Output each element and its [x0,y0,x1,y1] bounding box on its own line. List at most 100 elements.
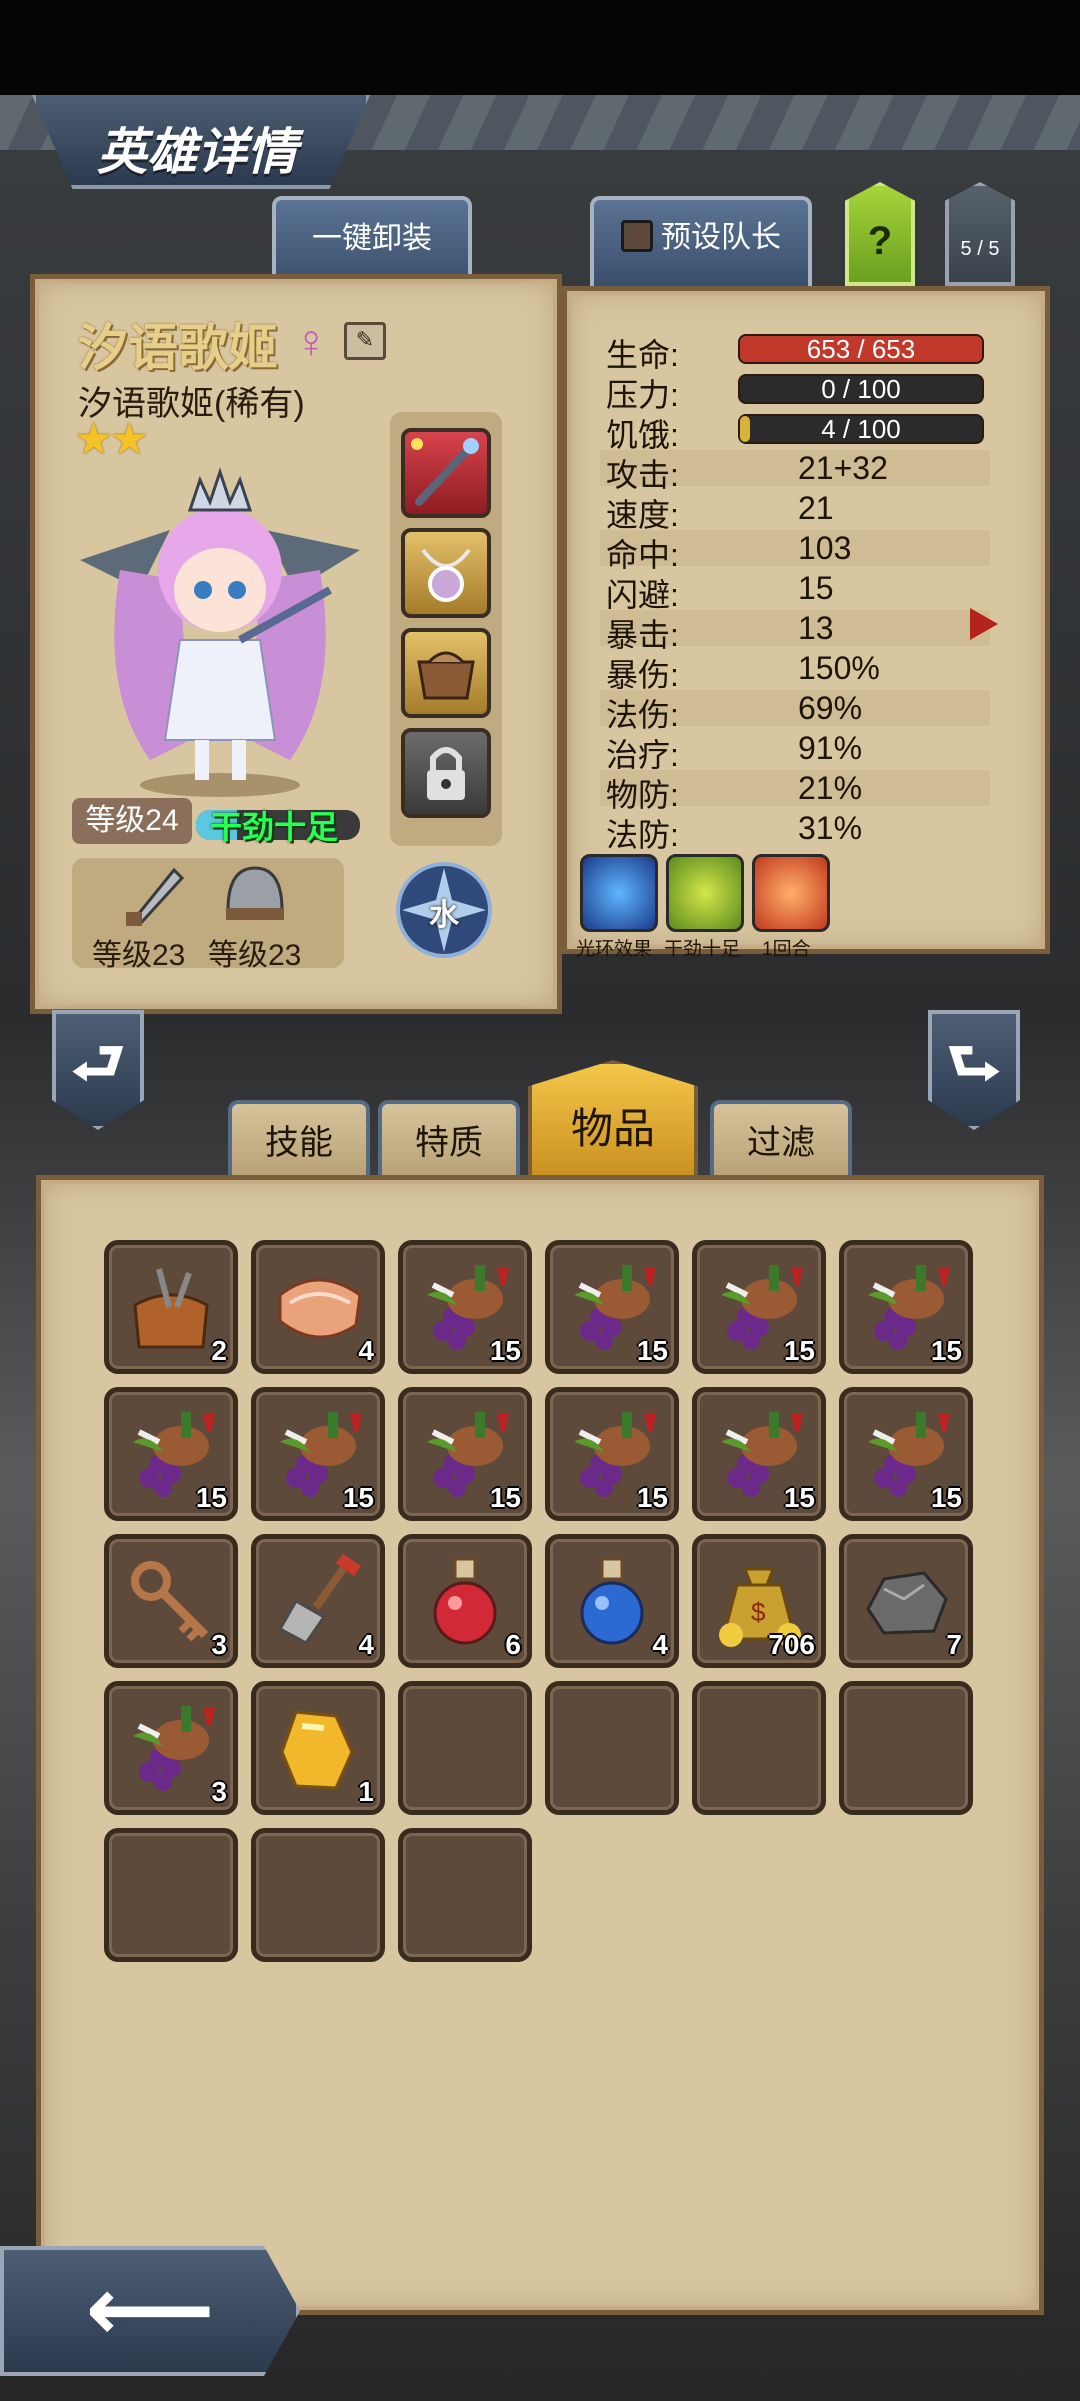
inventory-grid: 2 4 15 15 15 15 15 15 15 15 15 15 3 4 6 4 $706 7 3 1 [104,1240,984,1970]
stat-row: 暴击: 13 [600,610,990,653]
stat-value: 15 [798,570,834,606]
inventory-slot[interactable]: 3 [104,1534,238,1668]
feast-icon [119,1696,223,1800]
inventory-slot[interactable]: 15 [398,1387,532,1521]
inventory-slot[interactable]: 3 [104,1681,238,1815]
ore-icon [854,1549,958,1653]
hero-portrait [80,467,360,797]
hero-name: 汐语歌姬 [78,320,278,376]
hunger-bar-fill [740,416,750,442]
item-quantity: 6 [505,1629,521,1660]
stat-value: 13 [798,610,834,646]
stat-row: 法伤: 69% [600,690,990,733]
inventory-slot[interactable]: 4 [545,1534,679,1668]
stat-value: 150% [798,650,880,686]
salmon-steak-icon [266,1255,370,1359]
stress-bar: 0 / 100 [738,374,984,404]
item-quantity: 15 [930,1482,962,1513]
hunger-bar: 4 / 100 [738,414,984,444]
inventory-slot-empty[interactable] [398,1681,532,1815]
tab-traits[interactable]: 特质 [378,1100,520,1180]
inventory-slot[interactable]: 15 [398,1240,532,1374]
weapon-gear-level: 等级23 [92,939,186,972]
inventory-slot-empty[interactable] [545,1681,679,1815]
gold-nugget-icon [266,1696,370,1800]
stat-value: 21% [798,770,863,806]
armor-gear-level: 等级23 [208,939,302,972]
hunger-value: 4 / 100 [821,414,901,444]
back-button[interactable]: ⟵ [0,2246,300,2376]
unequip-all-button[interactable]: 一键卸装 [272,196,472,286]
status-bar-area [0,0,1080,95]
stat-row: 法防: 31% [600,810,990,853]
stress-value: 0 / 100 [821,374,901,404]
inventory-slot[interactable]: 15 [692,1387,826,1521]
locked-slot[interactable] [401,728,491,818]
item-quantity: 15 [783,1335,815,1366]
tab-skills[interactable]: 技能 [228,1100,370,1180]
item-quantity: 3 [211,1629,227,1660]
item-quantity: 15 [195,1482,227,1513]
preset-leader-toggle[interactable]: 预设队长 [590,196,812,286]
item-quantity: 15 [636,1482,668,1513]
inventory-slot[interactable]: 1 [251,1681,385,1815]
page-title: 英雄详情 [97,124,297,180]
stat-value: 103 [798,530,852,566]
inventory-slot[interactable]: 15 [104,1387,238,1521]
inventory-slot[interactable]: 15 [692,1240,826,1374]
help-button[interactable]: ? [845,182,915,286]
inventory-slot[interactable]: 15 [839,1240,973,1374]
inventory-slot[interactable]: 15 [839,1387,973,1521]
stats-expand-arrow-icon[interactable] [970,608,998,640]
stat-value: 31% [798,810,863,846]
checkbox-icon[interactable] [621,220,653,252]
inventory-slot[interactable]: $706 [692,1534,826,1668]
item-quantity: 15 [636,1335,668,1366]
item-quantity: 706 [768,1629,815,1660]
item-quantity: 1 [358,1776,374,1807]
tab-filter[interactable]: 过滤 [710,1100,852,1180]
stat-row: 命中: 103 [600,530,990,573]
bag-slot[interactable] [401,628,491,718]
hero-level-badge: 等级24 [72,798,192,844]
buff-label: 光环效果 [576,939,653,960]
female-icon: ♀ [294,315,329,367]
weapon-slot[interactable] [401,428,491,518]
inventory-slot[interactable]: 15 [251,1387,385,1521]
stat-row-hunger: 饥饿: 4 / 100 [600,410,990,453]
inventory-slot[interactable]: 6 [398,1534,532,1668]
edit-name-icon[interactable]: ✎ [344,322,386,360]
stat-value: 21 [798,490,834,526]
stat-value: 69% [798,690,863,726]
buff-label: 1回合 [762,939,811,960]
stat-row: 暴伤: 150% [600,650,990,693]
inventory-slot-empty[interactable] [692,1681,826,1815]
inventory-slot[interactable]: 15 [545,1387,679,1521]
skull-aura-icon[interactable] [580,854,658,932]
inventory-slot[interactable]: 15 [545,1240,679,1374]
inventory-slot-empty[interactable] [839,1681,973,1815]
element-label: 水 [429,899,459,932]
inventory-slot-empty[interactable] [104,1828,238,1962]
shield-buff-icon[interactable] [752,854,830,932]
water-element-icon: 水 [394,860,494,960]
inventory-slot[interactable]: 4 [251,1534,385,1668]
inventory-slot[interactable]: 2 [104,1240,238,1374]
stat-value: 21+32 [798,450,888,486]
item-quantity: 15 [783,1482,815,1513]
stat-row-hp: 生命: 653 / 653 [600,330,990,373]
inventory-slot[interactable]: 4 [251,1240,385,1374]
hp-value: 653 / 653 [806,334,916,364]
accessory-slot[interactable] [401,528,491,618]
stat-row: 攻击: 21+32 [600,450,990,493]
helmet-icon[interactable] [220,860,290,930]
red-potion-icon [413,1549,517,1653]
tool-bag-icon [119,1255,223,1359]
buff-label: 干劲十足 [664,939,741,960]
inventory-slot-empty[interactable] [251,1828,385,1962]
inventory-slot[interactable]: 7 [839,1534,973,1668]
inventory-slot-empty[interactable] [398,1828,532,1962]
sword-icon[interactable] [120,862,190,928]
motivated-icon[interactable] [666,854,744,932]
shovel-icon [266,1549,370,1653]
